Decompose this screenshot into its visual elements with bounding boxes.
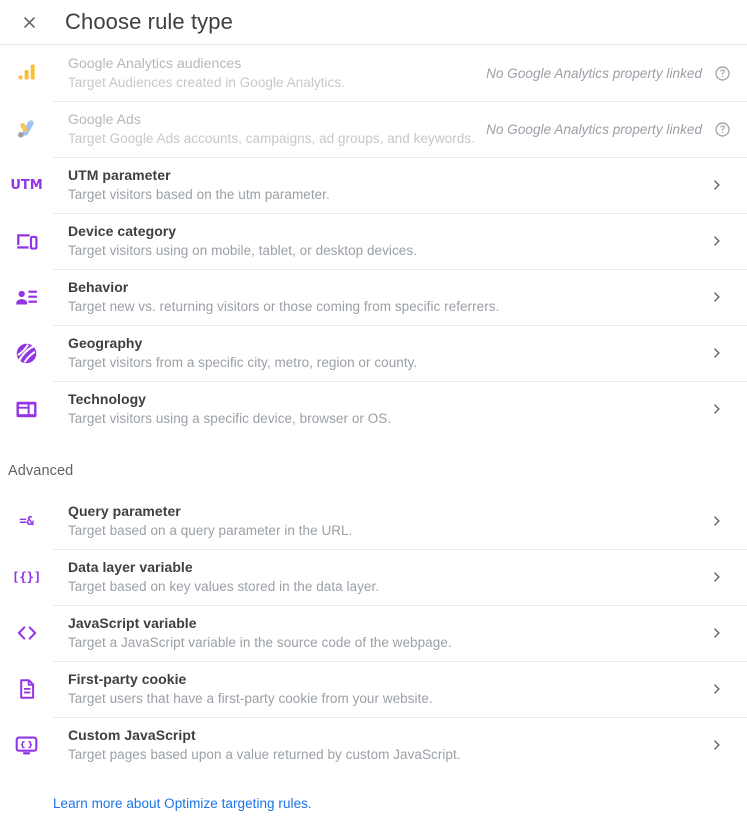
rule-text: Google Analytics audiences Target Audien…	[53, 54, 486, 92]
chevron-right-icon[interactable]	[705, 397, 729, 421]
utm-icon-label: UTM	[10, 177, 43, 193]
chevron-right-icon[interactable]	[705, 229, 729, 253]
rule-title: Device category	[68, 223, 177, 239]
technology-icon	[0, 397, 53, 422]
rule-row-javascript-variable[interactable]: JavaScript variable Target a JavaScript …	[0, 605, 747, 661]
rule-row-first-party-cookie[interactable]: First-party cookie Target users that hav…	[0, 661, 747, 717]
rule-title: Geography	[68, 335, 143, 351]
rule-text: First-party cookie Target users that hav…	[53, 670, 705, 708]
advanced-section-heading: Advanced	[8, 463, 74, 479]
chevron-right-icon[interactable]	[705, 565, 729, 589]
rule-title: First-party cookie	[68, 671, 187, 687]
rule-row-behavior[interactable]: Behavior Target new vs. returning visito…	[0, 269, 747, 325]
chevron-right-icon[interactable]	[705, 285, 729, 309]
rule-subtitle: Target visitors using on mobile, tablet,…	[68, 243, 417, 258]
help-circle-icon[interactable]	[713, 64, 731, 82]
rule-subtitle: Target users that have a first-party coo…	[68, 691, 433, 706]
javascript-variable-icon	[0, 621, 53, 645]
rule-text: Query parameter Target based on a query …	[53, 502, 705, 540]
rule-title: Technology	[68, 391, 147, 407]
rule-title: Data layer variable	[68, 559, 193, 575]
rule-subtitle: Target based on a query parameter in the…	[68, 523, 353, 538]
rule-title: JavaScript variable	[68, 615, 197, 631]
rule-subtitle: Target pages based upon a value returned…	[68, 747, 461, 762]
rule-status: No Google Analytics property linked	[486, 65, 702, 81]
chevron-right-icon[interactable]	[705, 341, 729, 365]
rule-text: Device category Target visitors using on…	[53, 222, 705, 260]
rule-subtitle: Target a JavaScript variable in the sour…	[68, 635, 452, 650]
rule-text: Technology Target visitors using a speci…	[53, 390, 705, 428]
rule-text: JavaScript variable Target a JavaScript …	[53, 614, 705, 652]
close-button[interactable]	[14, 7, 44, 37]
rule-row-utm-parameter[interactable]: UTM UTM parameter Target visitors based …	[0, 157, 747, 213]
first-party-cookie-icon	[0, 677, 53, 701]
rule-text: Custom JavaScript Target pages based upo…	[53, 726, 705, 764]
page-title: Choose rule type	[65, 9, 233, 34]
google-ads-icon	[0, 117, 53, 142]
chevron-right-icon[interactable]	[705, 173, 729, 197]
rule-row-google-ads[interactable]: Google Ads Target Google Ads accounts, c…	[0, 101, 747, 157]
rule-text: UTM parameter Target visitors based on t…	[53, 166, 705, 204]
footer: Learn more about Optimize targeting rule…	[0, 773, 747, 813]
chevron-right-icon[interactable]	[705, 677, 729, 701]
chevron-right-icon[interactable]	[705, 509, 729, 533]
rule-subtitle: Target Audiences created in Google Analy…	[68, 75, 345, 90]
rule-row-geography[interactable]: Geography Target visitors from a specifi…	[0, 325, 747, 381]
utm-icon: UTM	[0, 179, 53, 192]
primary-rule-list: Google Analytics audiences Target Audien…	[0, 45, 747, 437]
rule-text: Google Ads Target Google Ads accounts, c…	[53, 110, 486, 148]
rule-row-google-analytics-audiences[interactable]: Google Analytics audiences Target Audien…	[0, 45, 747, 101]
rule-row-device-category[interactable]: Device category Target visitors using on…	[0, 213, 747, 269]
help-circle-icon[interactable]	[713, 120, 731, 138]
rule-subtitle: Target visitors from a specific city, me…	[68, 355, 418, 370]
rule-title: Google Analytics audiences	[68, 55, 242, 71]
rule-row-query-parameter[interactable]: =& Query parameter Target based on a que…	[0, 493, 747, 549]
rule-row-technology[interactable]: Technology Target visitors using a speci…	[0, 381, 747, 437]
learn-more-link[interactable]: Learn more about Optimize targeting rule…	[53, 796, 312, 811]
rule-title: Query parameter	[68, 503, 181, 519]
chevron-right-icon[interactable]	[705, 621, 729, 645]
rule-title: Google Ads	[68, 111, 141, 127]
google-analytics-icon	[0, 61, 53, 85]
rule-text: Geography Target visitors from a specifi…	[53, 334, 705, 372]
rule-title: Custom JavaScript	[68, 727, 196, 743]
chevron-right-icon[interactable]	[705, 733, 729, 757]
data-layer-variable-icon-label: [{}]	[12, 568, 41, 584]
rule-subtitle: Target visitors based on the utm paramet…	[68, 187, 330, 202]
query-parameter-icon-label: =&	[19, 512, 34, 528]
dialog-header: Choose rule type	[0, 0, 747, 44]
behavior-icon	[0, 285, 53, 310]
advanced-rule-list: =& Query parameter Target based on a que…	[0, 493, 747, 773]
rule-title: UTM parameter	[68, 167, 171, 183]
rule-title: Behavior	[68, 279, 129, 295]
rule-row-custom-javascript[interactable]: Custom JavaScript Target pages based upo…	[0, 717, 747, 773]
geography-icon	[0, 341, 53, 366]
query-parameter-icon: =&	[0, 512, 53, 528]
rule-text: Behavior Target new vs. returning visito…	[53, 278, 705, 316]
data-layer-variable-icon: [{}]	[0, 568, 53, 584]
rule-subtitle: Target visitors using a specific device,…	[68, 411, 392, 426]
rule-status: No Google Analytics property linked	[486, 121, 702, 137]
rule-subtitle: Target new vs. returning visitors or tho…	[68, 299, 500, 314]
rule-subtitle: Target Google Ads accounts, campaigns, a…	[68, 131, 475, 146]
rule-row-data-layer-variable[interactable]: [{}] Data layer variable Target based on…	[0, 549, 747, 605]
device-category-icon	[0, 229, 53, 254]
rule-subtitle: Target based on key values stored in the…	[68, 579, 380, 594]
close-icon	[20, 13, 39, 32]
custom-javascript-icon	[0, 733, 53, 758]
rule-text: Data layer variable Target based on key …	[53, 558, 705, 596]
